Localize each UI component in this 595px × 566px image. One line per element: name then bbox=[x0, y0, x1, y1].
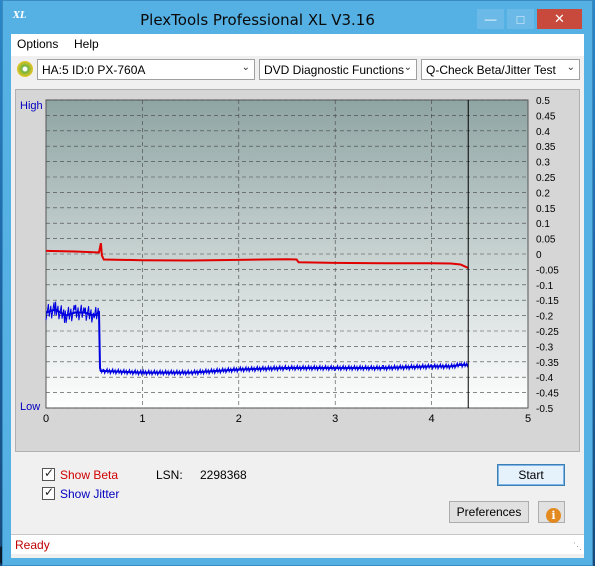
y-tick-label: 0 bbox=[536, 250, 542, 261]
app-window: XL PlexTools Professional XL V3.16 — ◻ ✕… bbox=[2, 0, 593, 566]
menu-bar: Options Help bbox=[11, 34, 584, 56]
test-select-value: Q-Check Beta/Jitter Test bbox=[426, 63, 556, 77]
y-tick-label: -0.05 bbox=[536, 265, 559, 276]
y-tick-label: -0.1 bbox=[536, 281, 554, 292]
chart-panel: 0.5 0.45 0.4 0.35 0.3 0.25 0.2 0.15 0.1 0.05 0 -0.0… bbox=[15, 89, 580, 452]
y-tick-label: 0.2 bbox=[536, 188, 550, 199]
close-icon: ✕ bbox=[554, 11, 565, 26]
menu-help[interactable]: Help bbox=[74, 37, 99, 51]
y-tick-label: 0.15 bbox=[536, 204, 556, 215]
y-axis-high-label: High bbox=[20, 100, 43, 112]
y-tick-label: -0.5 bbox=[536, 404, 554, 415]
status-text: Ready bbox=[15, 538, 50, 552]
y-tick-label: 0.1 bbox=[536, 219, 550, 230]
y-tick-label: -0.25 bbox=[536, 327, 559, 338]
show-jitter-label[interactable]: Show Jitter bbox=[60, 487, 119, 501]
y-tick-label: 0.5 bbox=[536, 96, 550, 107]
test-select[interactable]: Q-Check Beta/Jitter Test ⌄ bbox=[421, 59, 580, 80]
y-tick-label: 0.05 bbox=[536, 235, 556, 246]
close-button[interactable]: ✕ bbox=[537, 9, 582, 29]
client-area: Options Help HA:5 ID:0 PX-760A ⌄ DVD Dia… bbox=[11, 34, 584, 558]
y-tick-label: 0.35 bbox=[536, 142, 556, 153]
chevron-down-icon: ⌄ bbox=[566, 62, 575, 73]
y-axis-low-label: Low bbox=[20, 401, 40, 413]
maximize-button[interactable]: ◻ bbox=[507, 9, 534, 29]
drive-select[interactable]: HA:5 ID:0 PX-760A ⌄ bbox=[37, 59, 255, 80]
show-beta-checkbox[interactable] bbox=[42, 466, 55, 481]
toolbar: HA:5 ID:0 PX-760A ⌄ DVD Diagnostic Funct… bbox=[11, 56, 584, 83]
chevron-down-icon: ⌄ bbox=[241, 62, 250, 73]
info-icon: i bbox=[546, 508, 561, 523]
function-select-value: DVD Diagnostic Functions bbox=[264, 63, 405, 77]
minimize-button[interactable]: — bbox=[477, 9, 504, 29]
status-bar: Ready ⋱ bbox=[11, 534, 584, 554]
function-select[interactable]: DVD Diagnostic Functions ⌄ bbox=[259, 59, 417, 80]
title-bar[interactable]: XL PlexTools Professional XL V3.16 — ◻ ✕ bbox=[3, 1, 592, 34]
preferences-button[interactable]: Preferences bbox=[449, 501, 529, 523]
y-tick-label: -0.35 bbox=[536, 358, 559, 369]
x-tick-label: 5 bbox=[525, 413, 531, 425]
x-tick-label: 0 bbox=[43, 413, 49, 425]
y-tick-label: 0.4 bbox=[536, 127, 550, 138]
chevron-down-icon: ⌄ bbox=[403, 62, 412, 73]
beta-jitter-chart: 0.5 0.45 0.4 0.35 0.3 0.25 0.2 0.15 0.1 0.05 0 -0.0… bbox=[20, 96, 559, 425]
maximize-icon: ◻ bbox=[515, 12, 526, 26]
y-tick-label: -0.4 bbox=[536, 373, 554, 384]
menu-options[interactable]: Options bbox=[17, 37, 58, 51]
y-tick-label: 0.45 bbox=[536, 111, 556, 122]
x-tick-label: 3 bbox=[332, 413, 338, 425]
x-tick-label: 1 bbox=[139, 413, 145, 425]
y-tick-label: 0.25 bbox=[536, 173, 556, 184]
lsn-label: LSN: bbox=[156, 468, 183, 482]
y-tick-label: -0.15 bbox=[536, 296, 559, 307]
disc-drive-icon bbox=[17, 61, 33, 77]
y-tick-label: -0.45 bbox=[536, 389, 559, 400]
lsn-value: 2298368 bbox=[200, 468, 247, 482]
window-title: PlexTools Professional XL V3.16 bbox=[140, 11, 375, 29]
y-tick-label: 0.3 bbox=[536, 158, 550, 169]
minimize-icon: — bbox=[484, 12, 497, 26]
y-tick-label: -0.2 bbox=[536, 312, 554, 323]
y-tick-label: -0.3 bbox=[536, 342, 554, 353]
start-button[interactable]: Start bbox=[497, 464, 565, 486]
drive-select-value: HA:5 ID:0 PX-760A bbox=[42, 63, 146, 77]
show-beta-label[interactable]: Show Beta bbox=[60, 468, 118, 482]
show-jitter-checkbox[interactable] bbox=[42, 485, 55, 500]
x-tick-label: 4 bbox=[429, 413, 435, 425]
x-tick-label: 2 bbox=[236, 413, 242, 425]
resize-grip-icon[interactable]: ⋱ bbox=[573, 541, 582, 552]
